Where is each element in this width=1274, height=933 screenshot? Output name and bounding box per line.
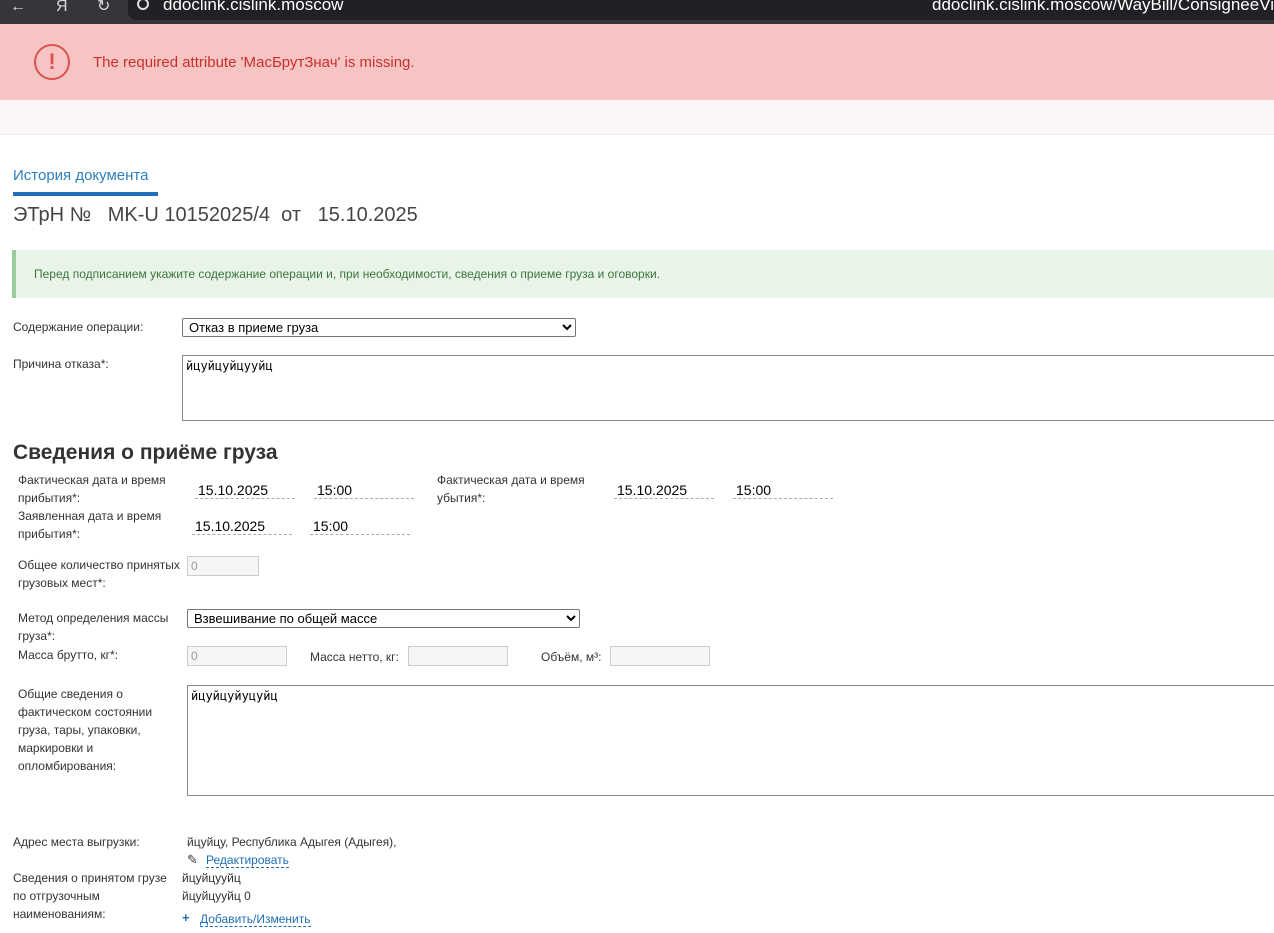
volume-input[interactable] xyxy=(610,646,710,666)
declared-arrival-time[interactable] xyxy=(310,517,410,535)
error-message: The required attribute 'МасБрутЗнач' is … xyxy=(93,54,415,71)
shipping-line-2: йцуйцууйц 0 xyxy=(182,889,251,903)
error-banner: ! The required attribute 'МасБрутЗнач' i… xyxy=(0,24,1274,100)
net-mass-input[interactable] xyxy=(408,646,508,666)
browser-toolbar: ← Я ↻ ddoclink.cislink.moscow ddoclink.c… xyxy=(0,0,1274,24)
actual-departure-date[interactable] xyxy=(614,481,714,499)
tab-document-history[interactable]: История документа xyxy=(13,167,148,184)
net-mass-label: Масса нетто, кг: xyxy=(310,650,399,664)
tab-active-indicator xyxy=(13,192,158,196)
pencil-icon: ✎ xyxy=(187,852,198,867)
reload-icon[interactable]: ↻ xyxy=(97,0,110,15)
page-title: ЭТрН № MK-U 10152025/4 от 15.10.2025 xyxy=(13,204,418,226)
actual-arrival-time[interactable] xyxy=(314,481,414,499)
shipping-line-1: йцуйцууйц xyxy=(182,871,241,885)
volume-label: Объём, м³: xyxy=(541,650,602,664)
actual-arrival-date[interactable] xyxy=(195,481,295,499)
actual-arrival-label: Фактическая дата и время прибытия*: xyxy=(18,473,166,505)
operation-select[interactable]: Отказ в приеме груза xyxy=(182,318,576,337)
cargo-section-title: Сведения о приёме груза xyxy=(13,441,278,464)
url-full-text: ddoclink.cislink.moscow/WayBill/Consigne… xyxy=(932,0,1274,14)
refusal-reason-label: Причина отказа*: xyxy=(13,357,109,371)
banner-spacer xyxy=(0,100,1274,135)
declared-arrival-label: Заявленная дата и время прибытия*: xyxy=(18,509,162,541)
plus-icon: + xyxy=(182,910,190,925)
gross-mass-input[interactable] xyxy=(187,646,287,666)
places-label: Общее количество принятых грузовых мест*… xyxy=(18,558,180,590)
url-text[interactable]: ddoclink.cislink.moscow xyxy=(163,0,343,15)
places-input[interactable] xyxy=(187,556,259,576)
back-arrow-icon[interactable]: ← xyxy=(10,0,26,15)
actual-departure-time[interactable] xyxy=(733,481,833,499)
info-alert: Перед подписанием укажите содержание опе… xyxy=(12,250,1274,298)
add-change-link[interactable]: Добавить/Изменить xyxy=(200,912,311,927)
shipping-info-label: Сведения о принятом грузе по отгрузочным… xyxy=(13,871,167,921)
mass-method-select[interactable]: Взвешивание по общей массе xyxy=(187,609,580,628)
cargo-condition-label: Общие сведения о фактическом состоянии г… xyxy=(18,687,153,773)
refusal-reason-input[interactable]: йцуйцуйцууйц xyxy=(182,355,1274,421)
unload-address-value: йцуйцу, Республика Адыгея (Адыгея), xyxy=(187,835,397,849)
info-alert-text: Перед подписанием укажите содержание опе… xyxy=(34,267,661,281)
declared-arrival-date[interactable] xyxy=(192,517,292,535)
actual-departure-label: Фактическая дата и время убытия*: xyxy=(437,473,585,505)
gross-mass-label: Масса брутто, кг*: xyxy=(18,648,119,662)
exclamation-circle-icon: ! xyxy=(34,44,70,80)
yandex-icon[interactable]: Я xyxy=(56,0,68,15)
cargo-condition-input[interactable]: йцуйцуйуцуйц xyxy=(187,685,1274,796)
unload-address-label: Адрес места выгрузки: xyxy=(13,835,140,849)
mass-method-label: Метод определения массы груза*: xyxy=(18,611,169,643)
operation-label: Содержание операции: xyxy=(13,320,144,334)
edit-address-link[interactable]: Редактировать xyxy=(206,853,289,868)
